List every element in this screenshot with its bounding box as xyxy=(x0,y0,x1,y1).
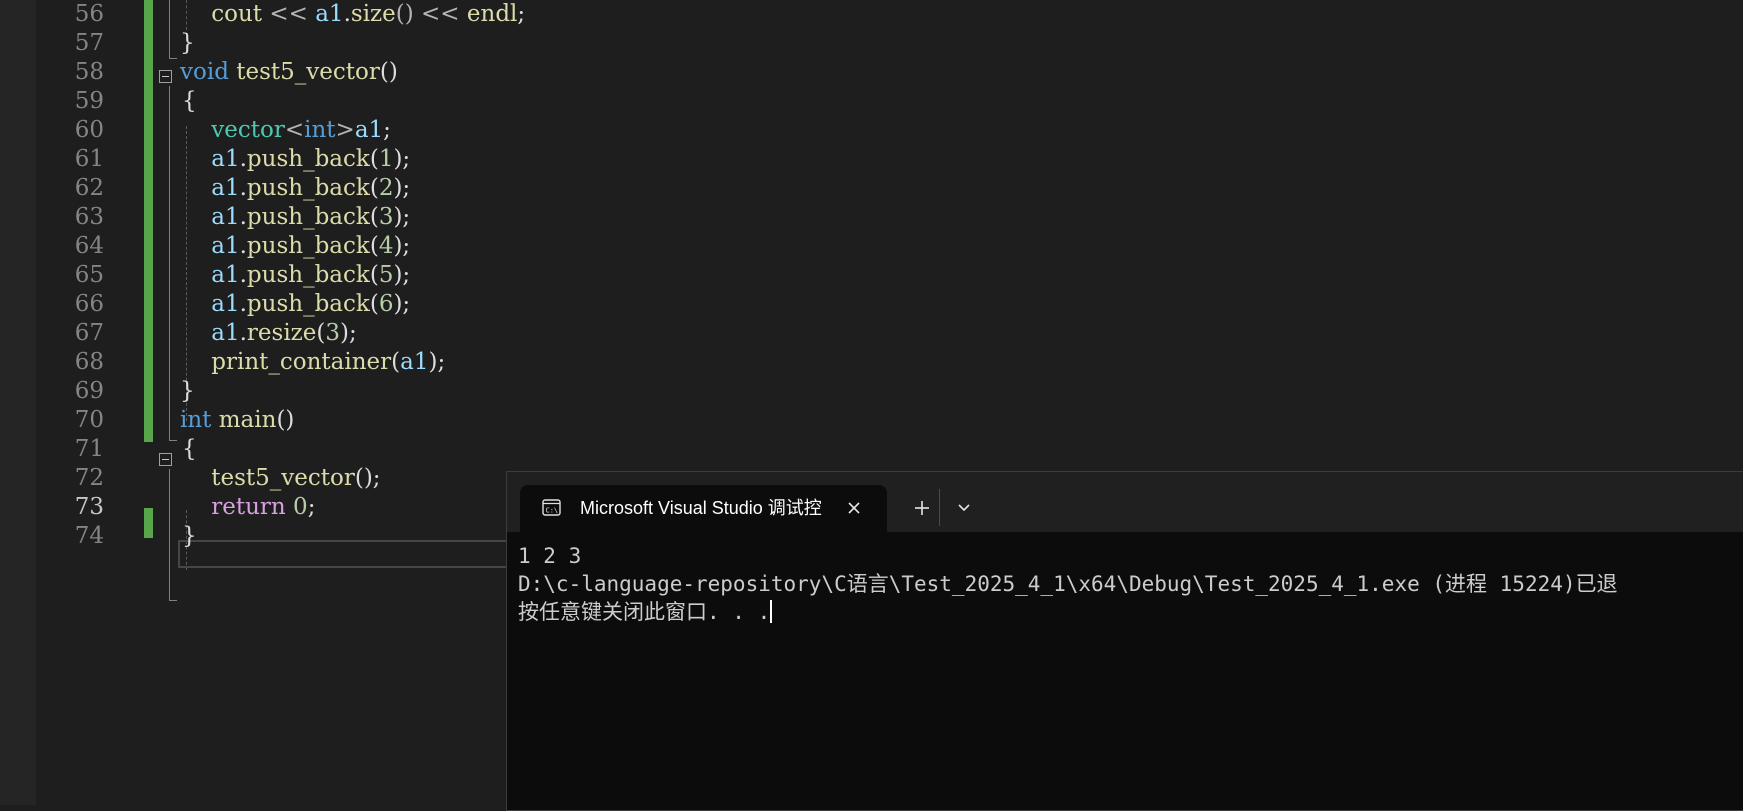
line-number: 66 xyxy=(74,291,104,317)
code-line[interactable]: void test5_vector() xyxy=(180,56,398,88)
code-line[interactable]: a1.push_back(2); xyxy=(182,172,410,204)
fold-guide-end xyxy=(169,58,177,59)
line-number: 60 xyxy=(74,117,104,143)
svg-text:C:\: C:\ xyxy=(546,507,559,515)
code-line[interactable]: a1.push_back(4); xyxy=(182,230,410,262)
code-line[interactable]: a1.push_back(1); xyxy=(182,143,410,175)
close-icon[interactable] xyxy=(843,497,865,519)
code-line[interactable]: print_container(a1); xyxy=(182,346,445,378)
code-line[interactable]: cout << a1.size() << endl; xyxy=(182,0,525,30)
line-number: 58 xyxy=(74,59,104,85)
code-line[interactable]: int main() xyxy=(180,404,294,436)
code-line[interactable]: a1.resize(3); xyxy=(182,317,357,349)
fold-guide xyxy=(169,469,170,600)
line-number: 72 xyxy=(74,465,104,491)
code-line[interactable]: } xyxy=(180,27,195,59)
terminal-line-prompt: 按任意键关闭此窗口. . . xyxy=(518,600,773,624)
code-line[interactable]: vector<int>a1; xyxy=(182,114,391,146)
fold-guide-end xyxy=(169,600,177,601)
terminal-line: D:\c-language-repository\C语言\Test_2025_4… xyxy=(518,572,1618,596)
line-number: 63 xyxy=(74,204,104,230)
line-number: 59 xyxy=(74,88,104,114)
terminal-line: 1 2 3 xyxy=(518,544,582,568)
current-line-highlight xyxy=(178,540,548,568)
fold-guide-end xyxy=(169,440,177,441)
code-line[interactable]: a1.push_back(6); xyxy=(182,288,410,320)
plus-icon[interactable] xyxy=(905,491,939,525)
collapse-icon[interactable] xyxy=(159,453,172,466)
line-number: 71 xyxy=(74,436,104,462)
collapse-icon[interactable] xyxy=(159,70,172,83)
console-icon: C:\ xyxy=(542,499,561,516)
terminal-output[interactable]: 1 2 3 D:\c-language-repository\C语言\Test_… xyxy=(518,542,1743,626)
line-number: 62 xyxy=(74,175,104,201)
editor-left-margin xyxy=(0,0,37,805)
terminal-tab-title: Microsoft Visual Studio 调试控 xyxy=(580,498,822,518)
tab-separator xyxy=(939,489,940,526)
line-number: 61 xyxy=(74,146,104,172)
code-line[interactable]: test5_vector(); xyxy=(182,462,380,494)
code-line[interactable]: { xyxy=(182,85,197,117)
chevron-down-icon[interactable] xyxy=(947,491,981,525)
line-number: 64 xyxy=(74,233,104,259)
line-number: 69 xyxy=(74,378,104,404)
debug-console-window[interactable]: C:\ Microsoft Visual Studio 调试控 1 2 3 D:… xyxy=(506,471,1743,811)
code-line-current[interactable]: return 0; xyxy=(182,491,315,523)
change-indicator-bar xyxy=(144,508,153,538)
line-number-active: 73 xyxy=(74,494,104,520)
line-number: 57 xyxy=(74,30,104,56)
line-number: 65 xyxy=(74,262,104,288)
line-number: 56 xyxy=(74,1,104,27)
line-number: 67 xyxy=(74,320,104,346)
fold-guide xyxy=(169,86,170,440)
terminal-tab-bar: C:\ Microsoft Visual Studio 调试控 xyxy=(507,472,1743,532)
terminal-tab[interactable]: C:\ Microsoft Visual Studio 调试控 xyxy=(520,485,887,532)
line-number: 74 xyxy=(74,523,104,549)
code-line[interactable]: { xyxy=(182,433,197,465)
code-line[interactable]: } xyxy=(180,375,195,407)
code-line[interactable]: a1.push_back(3); xyxy=(182,201,410,233)
code-line[interactable]: } xyxy=(182,520,197,552)
line-number: 68 xyxy=(74,349,104,375)
fold-guide xyxy=(169,0,170,58)
change-indicator-bar xyxy=(144,0,153,442)
line-number: 70 xyxy=(74,407,104,433)
code-line[interactable]: a1.push_back(5); xyxy=(182,259,410,291)
text-cursor xyxy=(770,600,773,623)
